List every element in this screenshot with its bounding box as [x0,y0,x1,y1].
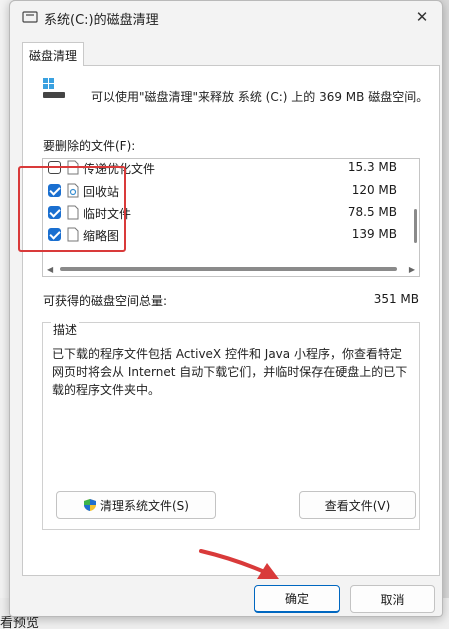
files-to-delete-label: 要删除的文件(F): [43,139,136,153]
total-space-value: 351 MB [373,292,419,306]
file-checkbox[interactable] [48,206,61,219]
file-name: 传递优化文件 [83,162,156,176]
cancel-button[interactable]: 取消 [350,585,435,613]
ok-button[interactable]: 确定 [254,585,340,613]
vertical-scrollbar[interactable] [414,209,417,243]
disk-cleanup-dialog: 系统(C:)的磁盘清理 ✕ 磁盘清理 可以使用"磁盘清理"来释放 系统 (C:)… [9,0,443,617]
view-files-button[interactable]: 查看文件(V) [299,491,416,519]
close-button[interactable]: ✕ [410,5,434,29]
shield-icon [84,499,96,511]
file-icon [67,227,79,242]
file-size: 78.5 MB [347,205,397,219]
file-checkbox[interactable] [48,228,61,241]
scroll-right-icon[interactable]: ▶ [409,265,415,274]
horizontal-scrollbar[interactable]: ◀ ▶ [43,262,419,276]
scroll-left-icon[interactable]: ◀ [47,265,53,274]
file-size: 139 MB [351,227,397,241]
intro-text: 可以使用"磁盘清理"来释放 系统 (C:) 上的 369 MB 磁盘空间。 [91,90,429,104]
list-item[interactable]: 传递优化文件 15.3 MB [43,159,403,178]
window-title: 系统(C:)的磁盘清理 [44,13,159,28]
title-bar[interactable]: 系统(C:)的磁盘清理 ✕ [10,1,442,33]
file-checkbox[interactable] [48,161,61,174]
list-item[interactable]: 缩略图 139 MB [43,224,403,245]
file-size: 120 MB [351,183,397,197]
file-name: 临时文件 [83,207,132,221]
description-text: 已下载的程序文件包括 ActiveX 控件和 Java 小程序，你查看特定网页时… [52,347,408,397]
file-name: 回收站 [83,185,120,199]
tab-panel: 可以使用"磁盘清理"来释放 系统 (C:) 上的 369 MB 磁盘空间。 要删… [22,65,440,576]
close-icon: ✕ [415,8,429,26]
scrollbar-thumb[interactable] [60,267,397,271]
disk-cleanup-icon [22,11,38,23]
drive-icon [43,78,65,98]
total-space-label: 可获得的磁盘空间总量: [43,294,168,308]
file-icon [67,160,79,175]
clean-system-files-button[interactable]: 清理系统文件(S) [56,491,216,519]
description-title: 描述 [51,321,80,338]
tab-disk-cleanup[interactable]: 磁盘清理 [22,42,84,66]
clean-system-files-label: 清理系统文件(S) [100,498,189,513]
list-item[interactable]: 临时文件 78.5 MB [43,202,403,223]
file-icon [67,205,79,220]
file-name: 缩略图 [83,229,120,243]
file-checkbox[interactable] [48,184,61,197]
recycle-bin-icon [67,183,79,198]
files-list[interactable]: 传递优化文件 15.3 MB 回收站 120 MB 临时文件 78.5 MB 缩… [42,158,420,277]
file-size: 15.3 MB [347,160,397,174]
list-item[interactable]: 回收站 120 MB [43,180,403,201]
